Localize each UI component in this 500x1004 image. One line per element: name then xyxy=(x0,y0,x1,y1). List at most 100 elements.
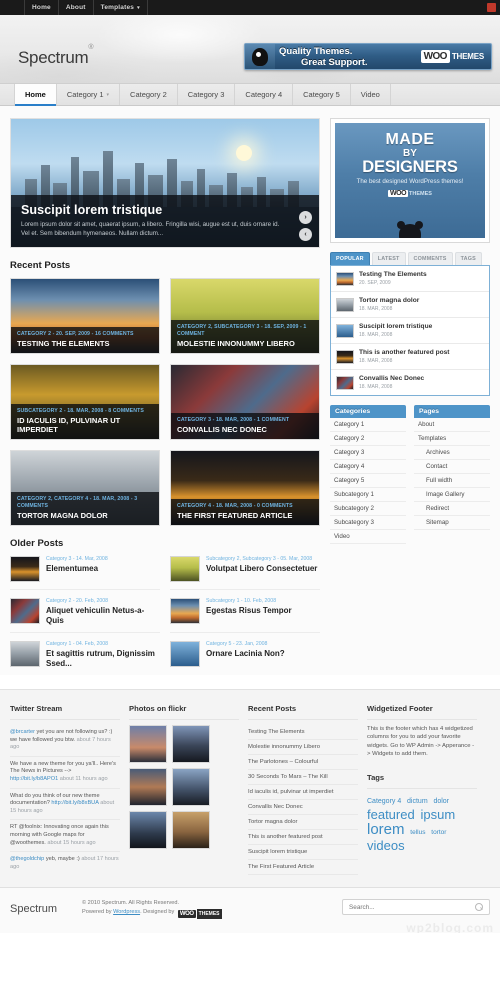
tag-item[interactable]: tellus xyxy=(410,826,425,839)
adminbar-item-templates[interactable]: Templates ▾ xyxy=(94,0,148,15)
adminbar-item-about[interactable]: About xyxy=(59,0,94,15)
site-logo[interactable]: Spectrum® xyxy=(18,44,94,68)
post-card-title[interactable]: MOLESTIE INNONUMMY LIBERO xyxy=(177,339,313,348)
tag-item[interactable]: dictum xyxy=(407,795,428,808)
tag-item[interactable]: ipsum xyxy=(420,808,455,821)
page-item[interactable]: Archives xyxy=(414,446,490,460)
footer-recent-item[interactable]: This is another featured post xyxy=(248,830,358,845)
nav-item-category-4[interactable]: Category 4 xyxy=(235,84,294,105)
post-card-category[interactable]: CATEGORY 3 - 18. MAR, 2008 - 1 COMMENT xyxy=(177,417,313,424)
footer-recent-item[interactable]: The Parlotones – Colourful xyxy=(248,755,358,770)
category-item[interactable]: Category 2 xyxy=(330,432,406,446)
older-post-title[interactable]: Volutpat Libero Consectetuer xyxy=(206,564,317,574)
page-item[interactable]: About xyxy=(414,418,490,432)
older-post-item[interactable]: Category 3 - 14. Mar, 2008 Elementumea xyxy=(10,556,160,590)
tabbed-widget-item[interactable]: Suscipit lorem tristique 18. MAR, 2008 xyxy=(331,318,489,344)
footer-recent-item[interactable]: Convallis Nec Donec xyxy=(248,800,358,815)
footer-logo[interactable]: Spectrum xyxy=(10,903,82,915)
older-post-item[interactable]: Subcategory 2, Subcategory 3 - 05. Mar, … xyxy=(170,556,320,590)
older-post-item[interactable]: Category 2 - 20. Feb, 2008 Aliquet vehicu… xyxy=(10,598,160,633)
tweet-link[interactable]: http://bit.ly/b8APO1 xyxy=(10,776,58,782)
flickr-photo[interactable] xyxy=(129,725,167,763)
post-card-title[interactable]: TESTING THE ELEMENTS xyxy=(17,339,153,348)
tab-latest[interactable]: LATEST xyxy=(371,252,406,265)
tag-item[interactable]: videos xyxy=(367,839,405,852)
footer-search-box[interactable] xyxy=(342,899,490,916)
adminbar-item-home[interactable]: Home xyxy=(24,0,59,15)
wordpress-link[interactable]: Wordpress xyxy=(113,909,140,915)
nav-item-category-3[interactable]: Category 3 xyxy=(178,84,236,105)
nav-item-home[interactable]: Home xyxy=(14,84,57,106)
post-card-category[interactable]: CATEGORY 2, CATEGORY 4 - 18. MAR, 2008 -… xyxy=(17,496,153,510)
nav-item-category-2[interactable]: Category 2 xyxy=(120,84,178,105)
flickr-photo[interactable] xyxy=(129,768,167,806)
page-item[interactable]: Sitemap xyxy=(414,516,490,530)
footer-recent-item[interactable]: 30 Seconds To Mars – The Kill xyxy=(248,770,358,785)
tabbed-widget-item[interactable]: Tortor magna dolor 18. MAR, 2008 xyxy=(331,292,489,318)
page-item[interactable]: Redirect xyxy=(414,502,490,516)
category-item[interactable]: Category 1 xyxy=(330,418,406,432)
category-item[interactable]: Category 4 xyxy=(330,460,406,474)
tag-item[interactable]: lorem xyxy=(367,822,405,837)
page-item[interactable]: Image Gallery xyxy=(414,488,490,502)
post-card[interactable]: CATEGORY 2 - 20. SEP, 2009 - 16 COMMENTS… xyxy=(10,278,160,354)
tabbed-widget-item[interactable]: Testing The Elements 20. SEP, 2009 xyxy=(331,266,489,292)
nav-item-category-1[interactable]: Category 1 ▾ xyxy=(57,84,121,105)
post-card[interactable]: CATEGORY 4 - 18. MAR, 2008 - 0 COMMENTS … xyxy=(170,450,320,526)
tab-popular[interactable]: POPULAR xyxy=(330,252,370,265)
slider-prev-button[interactable]: ‹ xyxy=(299,228,312,241)
item-title[interactable]: Tortor magna dolor xyxy=(359,297,419,305)
post-card-title[interactable]: ID IACULIS ID, PULVINAR UT IMPERDIET xyxy=(17,416,153,434)
flickr-photo[interactable] xyxy=(172,768,210,806)
featured-slider[interactable]: Suscipit lorem tristique Lorem ipsum dol… xyxy=(10,118,320,248)
post-card[interactable]: CATEGORY 3 - 18. MAR, 2008 - 1 COMMENT C… xyxy=(170,364,320,440)
tab-comments[interactable]: COMMENTS xyxy=(407,252,453,265)
flickr-photo[interactable] xyxy=(129,811,167,849)
footer-recent-item[interactable]: Tortor magna dolor xyxy=(248,815,358,830)
post-card[interactable]: SUBCATEGORY 2 - 18. MAR, 2008 - 8 COMMEN… xyxy=(10,364,160,440)
flickr-photo[interactable] xyxy=(172,811,210,849)
post-card-category[interactable]: CATEGORY 2, SUBCATEGORY 3 - 18. SEP, 200… xyxy=(177,324,313,338)
tag-item[interactable]: tortor xyxy=(431,826,446,839)
older-post-item[interactable]: Subcategory 1 - 10. Feb, 2008 Egestas Ris… xyxy=(170,598,320,633)
older-post-title[interactable]: Elementumea xyxy=(46,564,108,574)
category-item[interactable]: Subcategory 3 xyxy=(330,516,406,530)
tweet-handle[interactable]: @thegoldchip xyxy=(10,856,44,862)
close-icon[interactable] xyxy=(487,3,496,12)
woothemes-banner-ad[interactable]: Quality Themes. Great Support. WOO THEME… xyxy=(244,43,492,70)
woothemes-logo-inline[interactable]: WOO THEMES xyxy=(177,908,222,920)
tabbed-widget-item[interactable]: Convallis Nec Donec 18. MAR, 2008 xyxy=(331,370,489,395)
sidebar-banner-ad[interactable]: MADE BY DESIGNERS The best designed Word… xyxy=(330,118,490,243)
post-card-category[interactable]: CATEGORY 2 - 20. SEP, 2009 - 16 COMMENTS xyxy=(17,331,153,338)
footer-recent-item[interactable]: Suscipit lorem tristique xyxy=(248,845,358,860)
older-post-item[interactable]: Category 5 - 23. Jan, 2008 Ornare Lacinia… xyxy=(170,641,320,675)
post-card[interactable]: CATEGORY 2, SUBCATEGORY 3 - 18. SEP, 200… xyxy=(170,278,320,354)
tabbed-widget-item[interactable]: This is another featured post 18. MAR, 20… xyxy=(331,344,489,370)
older-post-title[interactable]: Et sagittis rutrum, Dignissim Ssed... xyxy=(46,649,160,668)
tweet-link[interactable]: http://bit.ly/b8xBUA xyxy=(51,800,98,806)
search-icon[interactable] xyxy=(475,903,483,912)
older-post-item[interactable]: Category 1 - 04. Feb, 2008 Et sagittis ru… xyxy=(10,641,160,675)
category-item[interactable]: Subcategory 2 xyxy=(330,502,406,516)
post-card-category[interactable]: SUBCATEGORY 2 - 18. MAR, 2008 - 8 COMMEN… xyxy=(17,408,153,415)
post-card-title[interactable]: THE FIRST FEATURED ARTICLE xyxy=(177,511,313,520)
tab-tags[interactable]: TAGS xyxy=(454,252,482,265)
slider-title[interactable]: Suscipit lorem tristique xyxy=(21,203,309,217)
post-card-category[interactable]: CATEGORY 4 - 18. MAR, 2008 - 0 COMMENTS xyxy=(177,503,313,510)
search-input[interactable] xyxy=(349,903,475,911)
category-item[interactable]: Subcategory 1 xyxy=(330,488,406,502)
tag-item[interactable]: dolor xyxy=(433,795,449,808)
item-title[interactable]: This is another featured post xyxy=(359,349,450,357)
category-item[interactable]: Category 3 xyxy=(330,446,406,460)
tag-item[interactable]: featured xyxy=(367,808,415,821)
footer-recent-item[interactable]: Molestie innonummy Libero xyxy=(248,740,358,755)
older-post-title[interactable]: Aliquet vehiculin Netus-a-Quis xyxy=(46,606,160,625)
post-card[interactable]: CATEGORY 2, CATEGORY 4 - 18. MAR, 2008 -… xyxy=(10,450,160,526)
item-title[interactable]: Convallis Nec Donec xyxy=(359,375,424,383)
item-title[interactable]: Testing The Elements xyxy=(359,271,427,279)
footer-recent-item[interactable]: Testing The Elements xyxy=(248,725,358,740)
footer-recent-item[interactable]: The First Featured Article xyxy=(248,860,358,875)
flickr-photo[interactable] xyxy=(172,725,210,763)
footer-recent-item[interactable]: Id iaculis id, pulvinar ut imperdiet xyxy=(248,785,358,800)
tweet-handle[interactable]: @brcarter xyxy=(10,729,35,735)
